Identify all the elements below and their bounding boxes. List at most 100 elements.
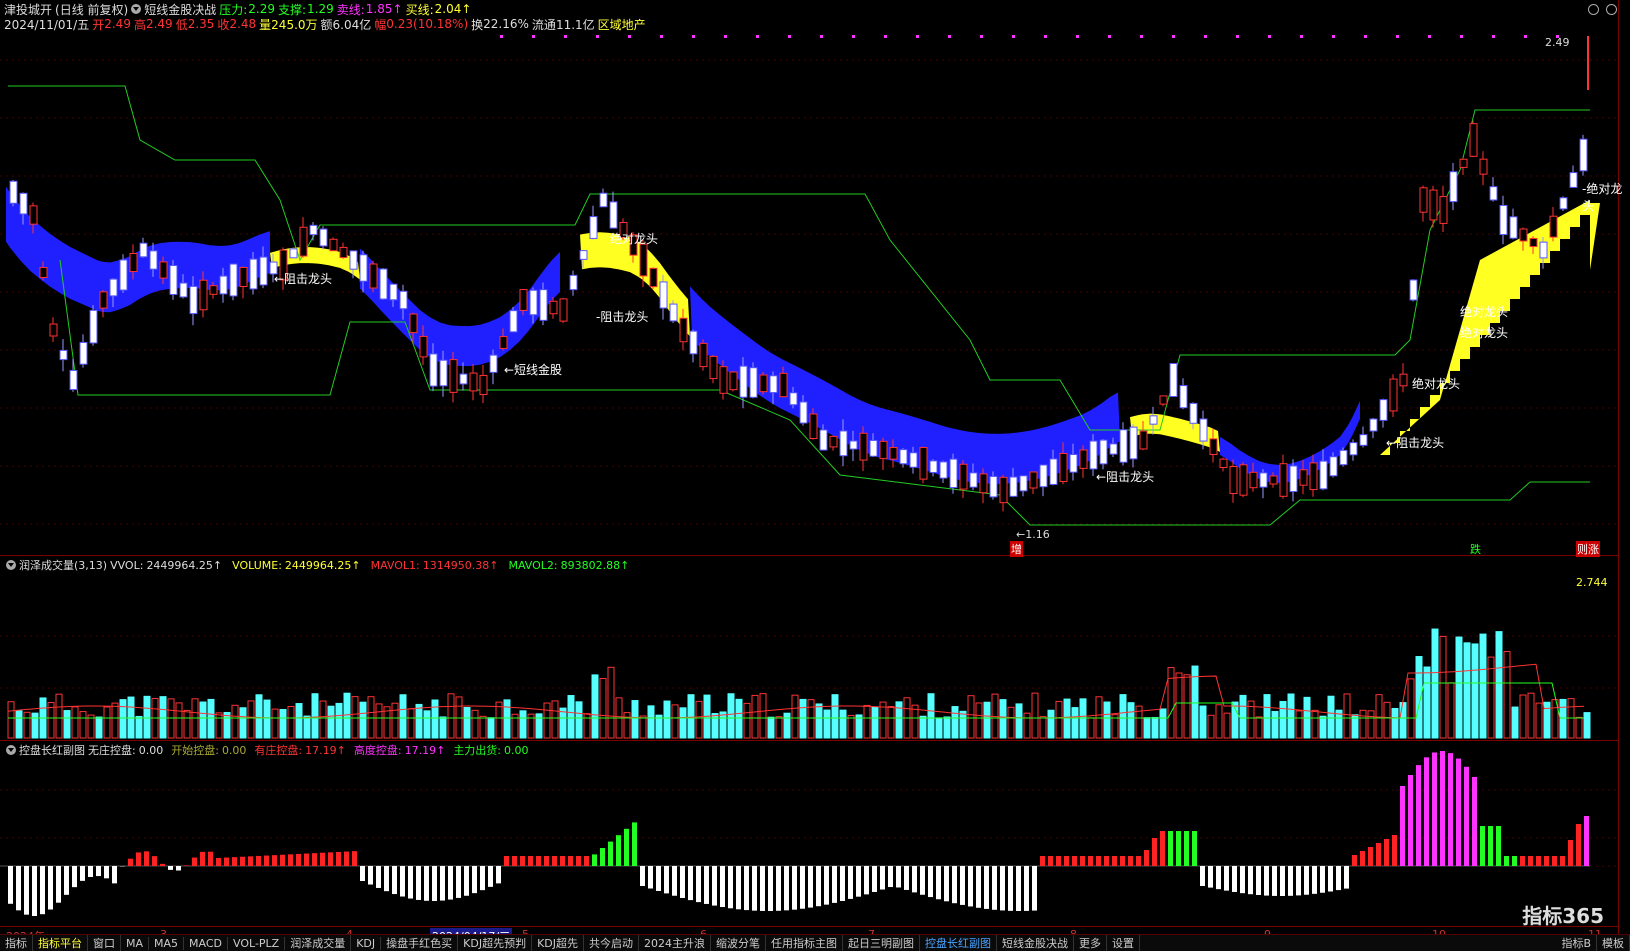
volume-indicator-name[interactable]: 润泽成交量(3,13) bbox=[19, 557, 107, 573]
volume-bar bbox=[623, 712, 631, 739]
candle-body bbox=[929, 460, 938, 473]
mavol1-label: MAVOL1: bbox=[370, 558, 420, 572]
control-bar bbox=[1272, 866, 1277, 896]
candle-body bbox=[1079, 449, 1088, 469]
control-bar bbox=[1288, 866, 1293, 896]
control-bar bbox=[944, 866, 949, 902]
candle-body bbox=[1559, 197, 1568, 210]
tab-15[interactable]: 任用指标主图 bbox=[766, 935, 844, 951]
volume-bar bbox=[463, 706, 471, 739]
control-bar bbox=[1480, 826, 1485, 866]
candle-body bbox=[329, 238, 338, 252]
tab-4[interactable]: MA5 bbox=[149, 936, 185, 950]
candle-body bbox=[99, 291, 108, 309]
tab-1[interactable]: 指标平台 bbox=[33, 935, 88, 951]
control-bar bbox=[384, 866, 389, 892]
control-bar bbox=[816, 866, 821, 907]
control-bar bbox=[1024, 866, 1029, 911]
control-bar bbox=[1336, 866, 1341, 891]
volume-bar bbox=[783, 712, 791, 739]
control-bar bbox=[712, 866, 717, 906]
volume-header: 润泽成交量(3,13) VVOL: 2449964.25↑ VOLUME: 24… bbox=[6, 556, 632, 574]
candle-body bbox=[1179, 385, 1188, 409]
tab-6[interactable]: VOL-PLZ bbox=[228, 936, 286, 950]
candle-body bbox=[419, 335, 428, 358]
tab-20[interactable]: 设置 bbox=[1107, 935, 1141, 951]
volume-bar bbox=[55, 693, 63, 739]
control-bar bbox=[96, 866, 101, 877]
control-bar bbox=[1536, 856, 1541, 866]
candle-body bbox=[129, 252, 138, 273]
signal-dot bbox=[1364, 35, 1367, 38]
signal-zeng: 增 bbox=[1010, 541, 1023, 557]
control-bar bbox=[968, 866, 973, 907]
dropdown-icon[interactable] bbox=[6, 745, 16, 755]
candle-body bbox=[1349, 442, 1358, 456]
candle-body bbox=[219, 275, 228, 295]
volume-bar bbox=[1143, 717, 1151, 739]
tab-9[interactable]: 操盘手红色买 bbox=[381, 935, 459, 951]
volume-bar bbox=[1399, 702, 1407, 739]
candle-body bbox=[899, 449, 908, 465]
tab-14[interactable]: 缩波分笔 bbox=[711, 935, 767, 951]
dragon-label-2: 绝对龙头 bbox=[1460, 305, 1509, 319]
volume-bar bbox=[1103, 701, 1111, 739]
candle-body bbox=[1469, 123, 1478, 157]
tab-16[interactable]: 起日三明副图 bbox=[843, 935, 921, 951]
volume-bar bbox=[759, 693, 767, 739]
candle-body bbox=[1509, 216, 1518, 239]
control-bar bbox=[400, 866, 405, 897]
control-bar bbox=[272, 855, 277, 866]
control-indicator-name[interactable]: 控盘长红副图 bbox=[19, 742, 85, 758]
candle-body bbox=[179, 282, 188, 298]
volume-bar bbox=[431, 699, 439, 739]
tab-19[interactable]: 更多 bbox=[1074, 935, 1108, 951]
tab-0[interactable]: 指标 bbox=[0, 935, 33, 951]
high-label: 高度控盘: bbox=[353, 744, 402, 757]
candle-body bbox=[559, 298, 568, 322]
control-bar bbox=[960, 866, 965, 905]
tab-2[interactable]: 窗口 bbox=[88, 935, 121, 951]
control-bar bbox=[1552, 856, 1557, 866]
tab-right-1[interactable]: 模板 bbox=[1597, 935, 1630, 951]
control-bar bbox=[1296, 866, 1301, 896]
tab-18[interactable]: 短线金股决战 bbox=[997, 935, 1075, 951]
volume-bar bbox=[1031, 692, 1039, 739]
has-label: 有庄控盘: bbox=[254, 744, 303, 757]
signal-dots bbox=[500, 35, 1559, 38]
volume-bar bbox=[591, 674, 599, 739]
control-bar bbox=[1048, 856, 1053, 866]
volume-bar bbox=[87, 714, 95, 739]
control-bar bbox=[1448, 753, 1453, 866]
control-bar bbox=[1456, 758, 1461, 866]
control-bar bbox=[296, 853, 301, 866]
control-bar bbox=[1080, 856, 1085, 866]
candle-body bbox=[849, 440, 858, 450]
candle-body bbox=[989, 475, 998, 498]
tab-17[interactable]: 控盘长红副图 bbox=[920, 935, 998, 951]
price-chart[interactable] bbox=[0, 0, 1630, 951]
control-bar bbox=[1392, 835, 1397, 866]
volume-bar bbox=[1559, 698, 1567, 739]
control-bar bbox=[696, 866, 701, 903]
dropdown-icon[interactable] bbox=[6, 560, 16, 570]
candle-body bbox=[79, 341, 88, 365]
tab-5[interactable]: MACD bbox=[184, 936, 229, 950]
signal-dot bbox=[1492, 35, 1495, 38]
tab-13[interactable]: 2024主升浪 bbox=[639, 935, 712, 951]
tab-7[interactable]: 润泽成交量 bbox=[285, 935, 352, 951]
tab-right-0[interactable]: 指标B bbox=[1556, 935, 1597, 951]
candle-body bbox=[119, 259, 128, 291]
tab-10[interactable]: KDJ超先预判 bbox=[458, 935, 533, 951]
tab-11[interactable]: KDJ超先 bbox=[532, 935, 585, 951]
control-bar bbox=[808, 866, 813, 908]
candle-body bbox=[409, 313, 418, 334]
tab-3[interactable]: MA bbox=[121, 936, 150, 950]
tab-12[interactable]: 共今启动 bbox=[584, 935, 640, 951]
tab-8[interactable]: KDJ bbox=[351, 936, 382, 950]
control-bar bbox=[760, 866, 765, 911]
control-bar bbox=[336, 851, 341, 866]
volume-bar bbox=[943, 716, 951, 739]
control-bar bbox=[688, 866, 693, 901]
volume-label: VOLUME: bbox=[232, 558, 282, 572]
